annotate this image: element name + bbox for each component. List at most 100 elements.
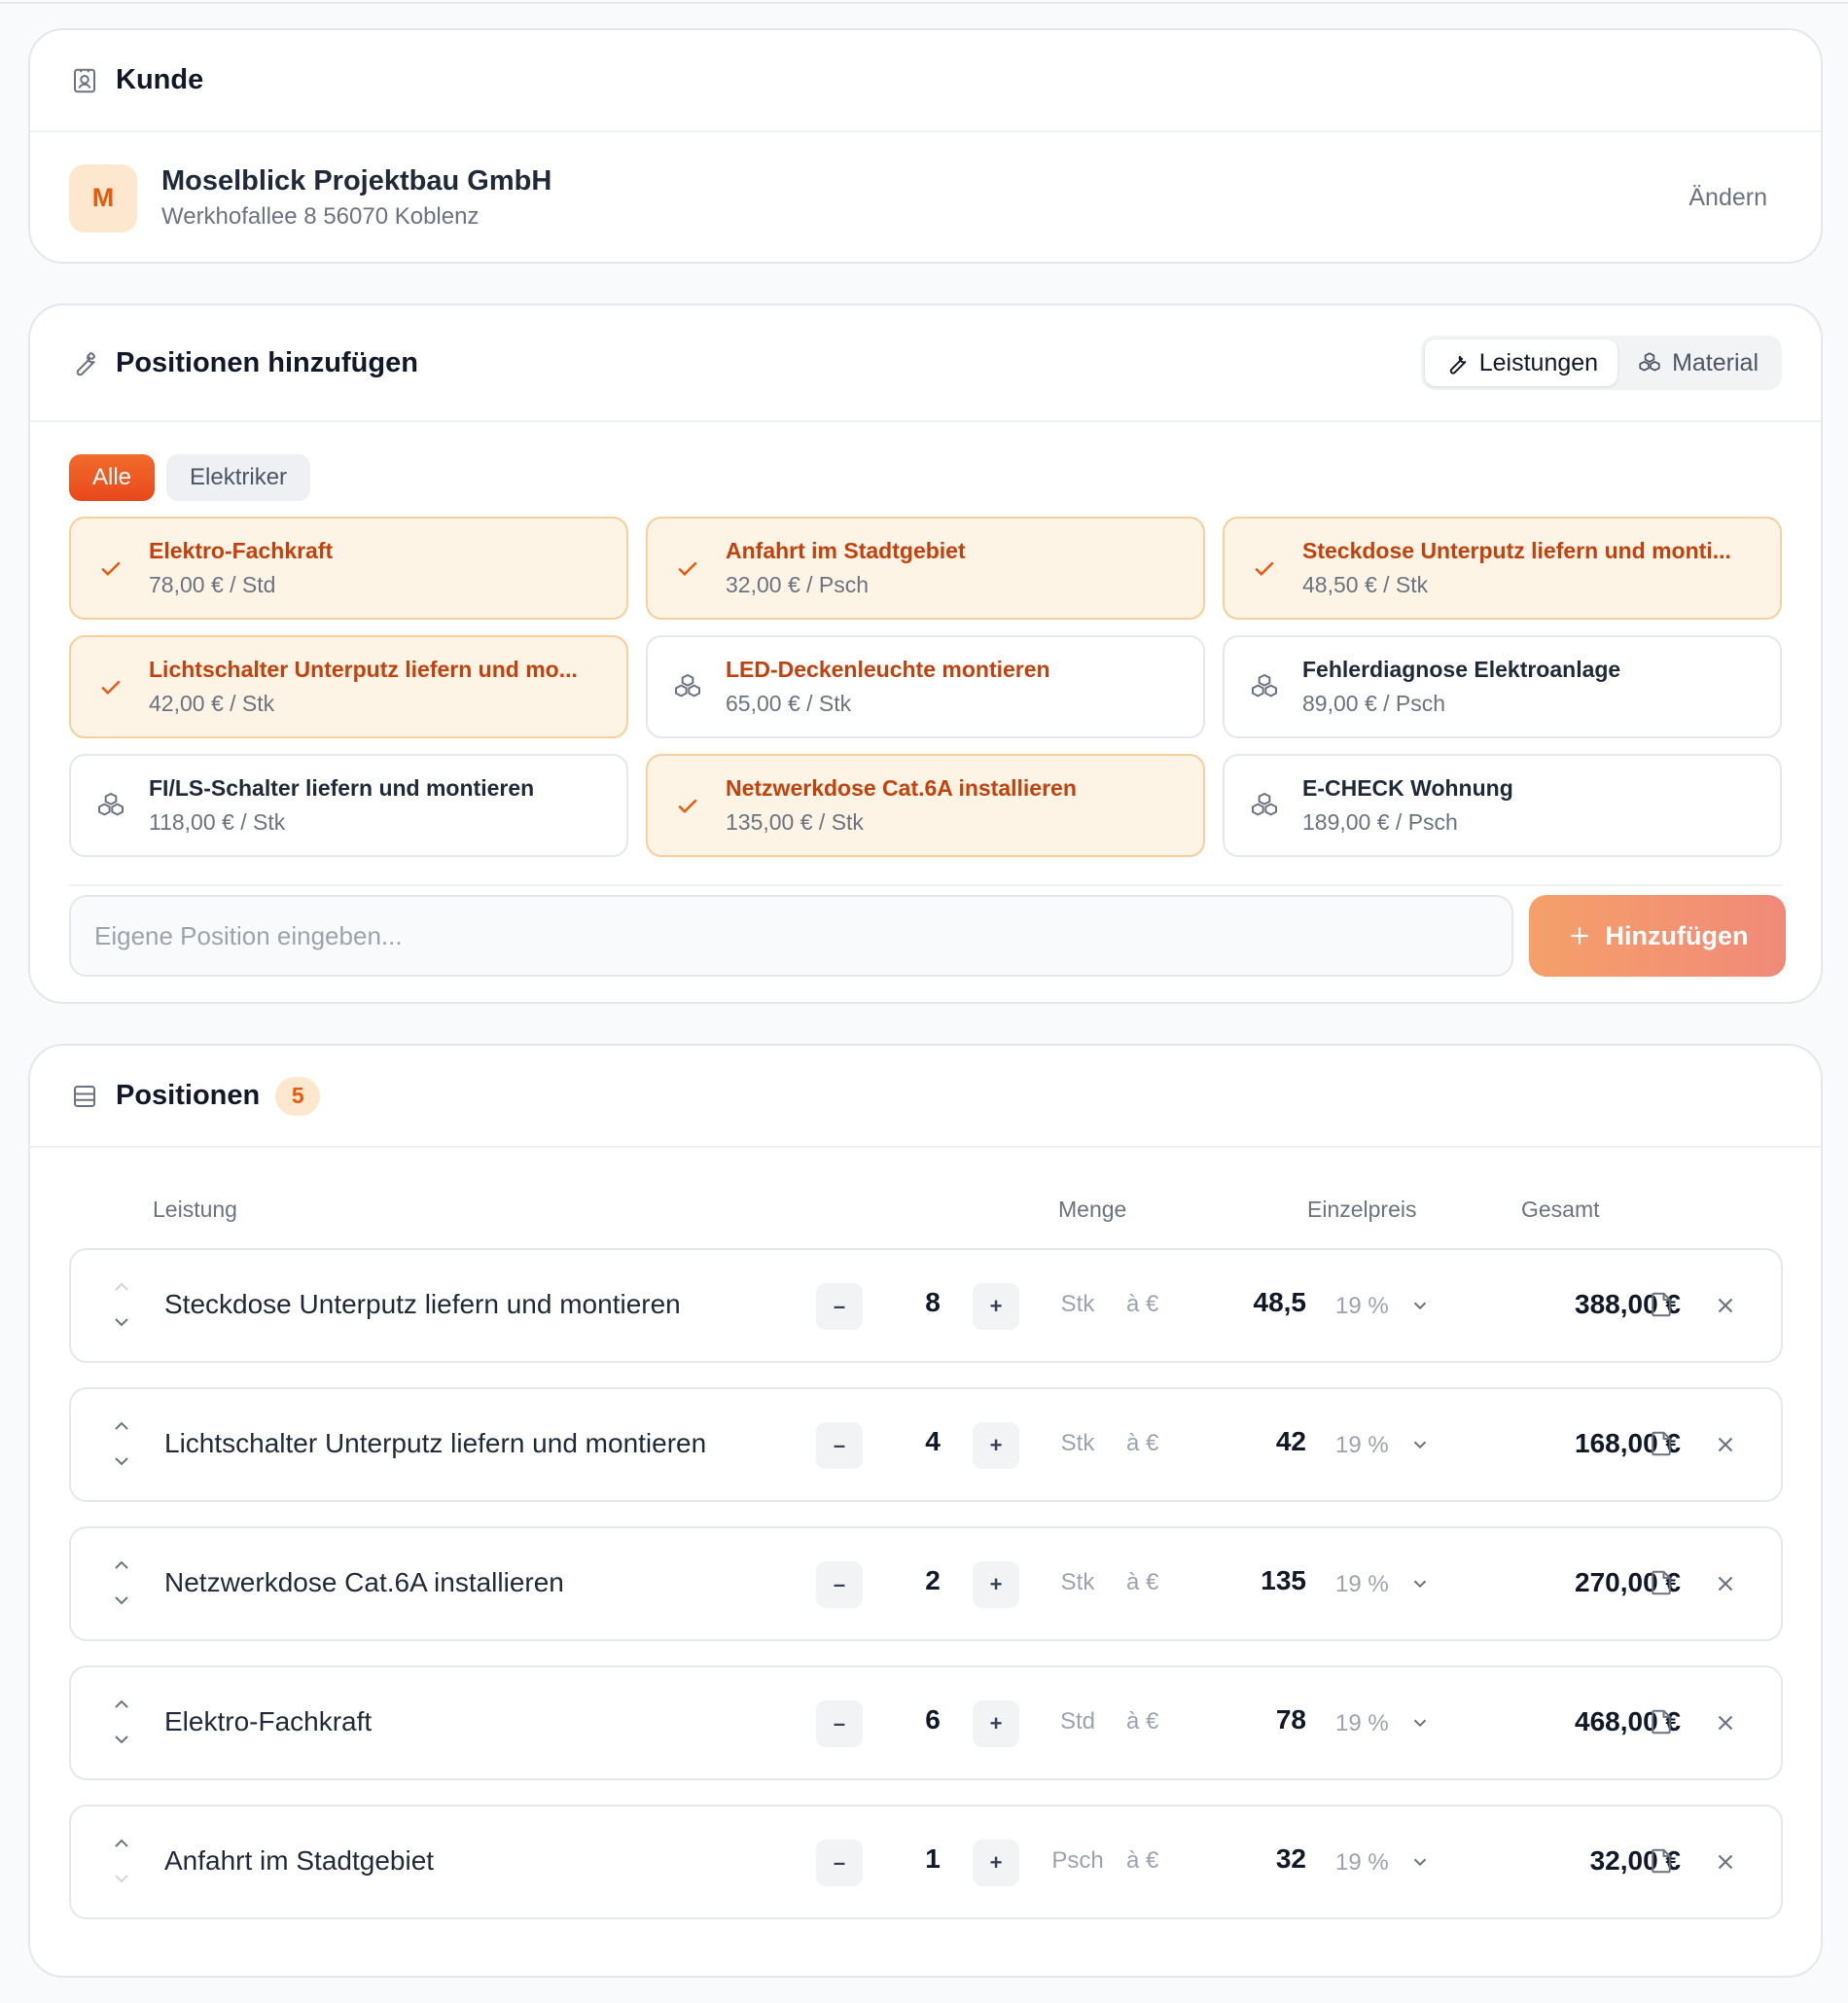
chevron-down-icon[interactable]: [1409, 1434, 1431, 1455]
service-tile-price: 48,50 € / Stk: [1302, 572, 1429, 597]
increase-quantity-button[interactable]: +: [973, 1840, 1019, 1886]
change-customer-button[interactable]: Ändern: [1688, 184, 1767, 212]
chevron-down-icon[interactable]: [1409, 1573, 1431, 1594]
chevron-down-icon[interactable]: [1409, 1851, 1431, 1873]
wrench-icon: [1449, 355, 1467, 375]
vat-select[interactable]: 19 %: [1335, 1710, 1389, 1737]
custom-position-input[interactable]: [69, 895, 1513, 977]
unit-price-input[interactable]: 135: [1199, 1565, 1306, 1596]
service-tile[interactable]: E-CHECK Wohnung 189,00 € / Psch: [1223, 754, 1782, 857]
add-positions-card: Positionen hinzufügen Leistungen Materia…: [28, 304, 1823, 1004]
move-up-chevron-icon[interactable]: [110, 1832, 133, 1855]
chevron-down-icon[interactable]: [1409, 1295, 1431, 1316]
decrease-quantity-button[interactable]: –: [816, 1561, 863, 1608]
move-up-chevron-icon[interactable]: [110, 1693, 133, 1716]
vat-select[interactable]: 19 %: [1335, 1293, 1389, 1320]
category-filters: Alle Elektriker: [69, 454, 311, 501]
chevron-down-icon[interactable]: [1409, 1712, 1431, 1734]
decrease-quantity-button[interactable]: –: [816, 1283, 863, 1330]
customer-card: Kunde M Moselblick Projektbau GmbH Werkh…: [28, 28, 1823, 264]
note-icon[interactable]: [1647, 1845, 1678, 1878]
plus-icon: [1570, 927, 1588, 945]
move-down-chevron-icon[interactable]: [110, 1449, 133, 1473]
note-icon[interactable]: [1647, 1428, 1678, 1461]
close-icon[interactable]: [1713, 1571, 1738, 1596]
reorder-arrows: [110, 1275, 133, 1338]
quantity-value[interactable]: 2: [904, 1565, 962, 1596]
service-tile[interactable]: Steckdose Unterputz liefern und monti...…: [1223, 517, 1782, 620]
toggle-material[interactable]: Material: [1617, 340, 1778, 386]
note-icon[interactable]: [1647, 1706, 1678, 1739]
positions-count-badge: 5: [275, 1076, 321, 1116]
check-icon: [671, 552, 704, 585]
service-tile[interactable]: Elektro-Fachkraft 78,00 € / Std: [69, 517, 628, 620]
service-tile[interactable]: LED-Deckenleuchte montieren 65,00 € / Stk: [646, 635, 1205, 738]
increase-quantity-button[interactable]: +: [973, 1561, 1019, 1608]
close-icon[interactable]: [1713, 1710, 1738, 1735]
unit-label: Stk: [1060, 1569, 1095, 1595]
boxes-icon: [94, 789, 127, 822]
column-header-total: Gesamt: [1521, 1197, 1600, 1222]
add-button[interactable]: Hinzufügen: [1529, 895, 1786, 977]
service-tile[interactable]: FI/LS-Schalter liefern und montieren 118,…: [69, 754, 628, 857]
decrease-quantity-button[interactable]: –: [816, 1700, 863, 1747]
increase-quantity-button[interactable]: +: [973, 1283, 1019, 1330]
quantity-value[interactable]: 6: [904, 1704, 962, 1735]
vat-select[interactable]: 19 %: [1335, 1849, 1389, 1877]
service-tile[interactable]: Netzwerkdose Cat.6A installieren 135,00 €…: [646, 754, 1205, 857]
column-header-unit-price: Einzelpreis: [1307, 1197, 1417, 1222]
price-prefix: à €: [1126, 1569, 1159, 1595]
increase-quantity-button[interactable]: +: [973, 1422, 1019, 1469]
service-tile-price: 135,00 € / Stk: [726, 809, 864, 835]
vat-select[interactable]: 19 %: [1335, 1432, 1389, 1459]
move-up-chevron-icon[interactable]: [110, 1275, 133, 1299]
close-icon[interactable]: [1713, 1293, 1738, 1318]
decrease-quantity-button[interactable]: –: [816, 1840, 863, 1886]
position-row: Steckdose Unterputz liefern und montiere…: [69, 1248, 1783, 1363]
move-down-chevron-icon[interactable]: [110, 1589, 133, 1612]
move-up-chevron-icon[interactable]: [110, 1414, 133, 1438]
close-icon[interactable]: [1713, 1432, 1738, 1457]
unit-price-input[interactable]: 48,5: [1199, 1287, 1307, 1318]
increase-quantity-button[interactable]: +: [973, 1700, 1019, 1747]
toggle-services-label: Leistungen: [1478, 348, 1599, 376]
note-icon[interactable]: [1647, 1567, 1678, 1600]
quantity-value[interactable]: 8: [904, 1287, 962, 1318]
service-tile[interactable]: Fehlerdiagnose Elektroanlage 89,00 € / Ps…: [1223, 635, 1782, 738]
positions-card: Positionen 5 Leistung Menge Einzelpreis …: [28, 1044, 1823, 1978]
list-icon: [69, 1081, 100, 1112]
toggle-services[interactable]: Leistungen: [1424, 340, 1618, 386]
position-row: Netzwerkdose Cat.6A installieren – 2 + Stk à …: [69, 1526, 1783, 1641]
position-row: Elektro-Fachkraft –6 + Std à €78 19 % 468,00 €: [69, 1665, 1783, 1780]
unit-price-input[interactable]: 42: [1199, 1426, 1306, 1457]
unit-price-input[interactable]: 32: [1199, 1843, 1306, 1875]
move-up-chevron-icon[interactable]: [110, 1554, 133, 1577]
service-tile-price: 65,00 € / Stk: [726, 691, 852, 716]
quantity-value[interactable]: 1: [904, 1843, 962, 1875]
service-tile-name: Steckdose Unterputz liefern und monti...: [1302, 538, 1731, 563]
position-name: Lichtschalter Unterputz liefern und mont…: [164, 1428, 707, 1458]
decrease-quantity-button[interactable]: –: [816, 1422, 863, 1469]
unit-price-input[interactable]: 78: [1199, 1704, 1306, 1735]
service-tile-price: 78,00 € / Std: [149, 572, 276, 597]
check-icon: [671, 789, 704, 822]
type-toggle: Leistungen Material: [1420, 336, 1782, 390]
note-icon[interactable]: [1647, 1289, 1678, 1322]
quantity-value[interactable]: 4: [904, 1426, 962, 1457]
move-down-chevron-icon[interactable]: [110, 1310, 133, 1334]
service-tile-name: E-CHECK Wohnung: [1302, 775, 1513, 801]
service-tile[interactable]: Lichtschalter Unterputz liefern und mo..…: [69, 635, 628, 738]
filter-electrician[interactable]: Elektriker: [166, 454, 311, 501]
position-name: Steckdose Unterputz liefern und montiere…: [164, 1289, 681, 1319]
service-tile-name: FI/LS-Schalter liefern und montieren: [149, 775, 535, 801]
vat-select[interactable]: 19 %: [1335, 1571, 1389, 1598]
service-tile-name: Elektro-Fachkraft: [149, 538, 334, 563]
filter-all[interactable]: Alle: [69, 454, 156, 501]
unit-label: Stk: [1060, 1291, 1095, 1317]
move-down-chevron-icon[interactable]: [110, 1867, 133, 1890]
price-prefix: à €: [1126, 1847, 1159, 1874]
service-tile-name: Lichtschalter Unterputz liefern und mo..…: [149, 657, 578, 682]
close-icon[interactable]: [1713, 1849, 1738, 1875]
service-tile[interactable]: Anfahrt im Stadtgebiet 32,00 € / Psch: [646, 517, 1205, 620]
move-down-chevron-icon[interactable]: [110, 1728, 133, 1751]
